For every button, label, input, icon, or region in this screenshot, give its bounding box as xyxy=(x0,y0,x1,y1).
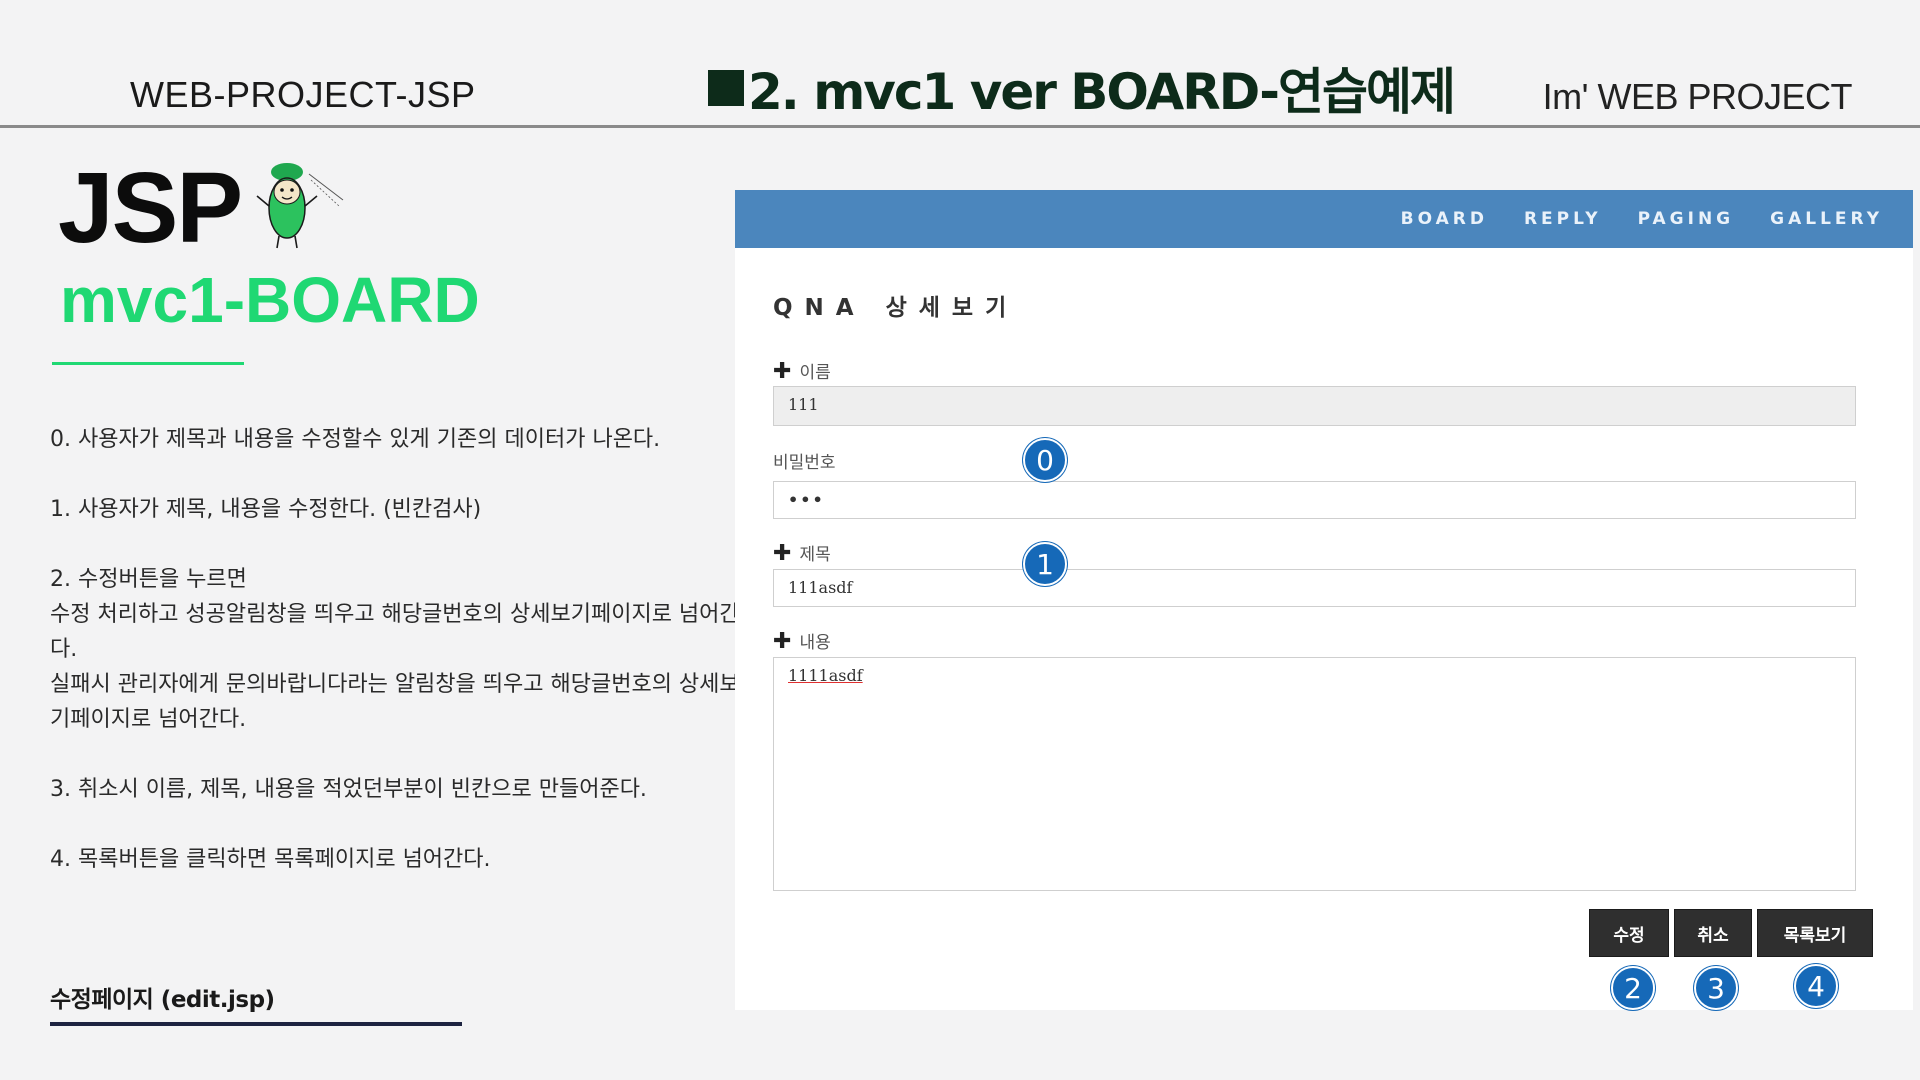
description-step-1: 1. 사용자가 제목, 내용을 수정한다. (빈칸검사) xyxy=(50,497,482,522)
description: 0. 사용자가 제목과 내용을 수정할수 있게 기존의 데이터가 나온다. 1.… xyxy=(50,422,740,912)
list-button[interactable]: 목록보기 xyxy=(1757,909,1873,957)
plus-icon: ✚ xyxy=(773,541,792,566)
logo: JSP xyxy=(58,158,351,258)
plus-icon: ✚ xyxy=(773,359,792,384)
nav-paging[interactable]: PAGING xyxy=(1638,209,1735,229)
description-step-3: 3. 취소시 이름, 제목, 내용을 적었던부분이 빈칸으로 만들어준다. xyxy=(50,777,647,802)
title-label: 제목 xyxy=(799,545,831,565)
plus-icon: ✚ xyxy=(773,629,792,654)
subtitle-underline xyxy=(52,362,244,365)
mascot-icon xyxy=(256,163,344,249)
name-field[interactable]: 111 xyxy=(773,386,1856,426)
square-bullet-icon xyxy=(708,70,744,106)
nav-board[interactable]: BOARD xyxy=(1401,209,1488,229)
description-step-0: 0. 사용자가 제목과 내용을 수정할수 있게 기존의 데이터가 나온다. xyxy=(50,427,661,452)
step-badge-4: 4 xyxy=(1794,964,1838,1008)
page-subtitle: mvc1-BOARD xyxy=(60,264,480,336)
content-text: 1111asdf xyxy=(788,666,863,685)
header-center-title: 2. mvc1 ver BOARD-연습예제 xyxy=(708,52,1456,124)
step-badge-0: 0 xyxy=(1023,438,1067,482)
nav-gallery[interactable]: GALLERY xyxy=(1770,209,1883,229)
edit-button[interactable]: 수정 xyxy=(1589,909,1669,957)
header-right-title: Im' WEB PROJECT xyxy=(1542,76,1853,117)
name-label-row: ✚ 이름 xyxy=(773,358,831,384)
logo-text: JSP xyxy=(58,152,243,264)
form-title: QNA 상세보기 xyxy=(773,295,1019,321)
footer-underline xyxy=(50,1022,462,1026)
description-step-2: 2. 수정버튼을 누르면 수정 처리하고 성공알림창을 띄우고 해당글번호의 상… xyxy=(50,567,740,732)
content-label: 내용 xyxy=(799,633,831,653)
cancel-button[interactable]: 취소 xyxy=(1674,909,1752,957)
name-label: 이름 xyxy=(799,363,831,383)
nav-reply[interactable]: REPLY xyxy=(1524,209,1602,229)
step-badge-1: 1 xyxy=(1023,542,1067,586)
page-file-label: 수정페이지 (edit.jsp) xyxy=(50,987,275,1013)
slide-title: 2. mvc1 ver BOARD-연습예제 xyxy=(748,63,1456,121)
step-badge-2: 2 xyxy=(1611,966,1655,1010)
password-field[interactable]: ••• xyxy=(773,481,1856,519)
title-field[interactable]: 111asdf xyxy=(773,569,1856,607)
header-left-title: WEB-PROJECT-JSP xyxy=(130,74,476,115)
navbar: BOARD REPLY PAGING GALLERY xyxy=(735,190,1913,248)
password-label: 비밀번호 xyxy=(773,453,836,473)
header-divider xyxy=(0,125,1920,128)
description-step-4: 4. 목록버튼을 클릭하면 목록페이지로 넘어간다. xyxy=(50,847,491,872)
content-textarea[interactable]: 1111asdf xyxy=(773,657,1856,891)
app-screenshot: BOARD REPLY PAGING GALLERY QNA 상세보기 ✚ 이름 … xyxy=(735,190,1913,1010)
title-label-row: ✚ 제목 xyxy=(773,540,831,566)
content-label-row: ✚ 내용 xyxy=(773,628,831,654)
step-badge-3: 3 xyxy=(1694,966,1738,1010)
